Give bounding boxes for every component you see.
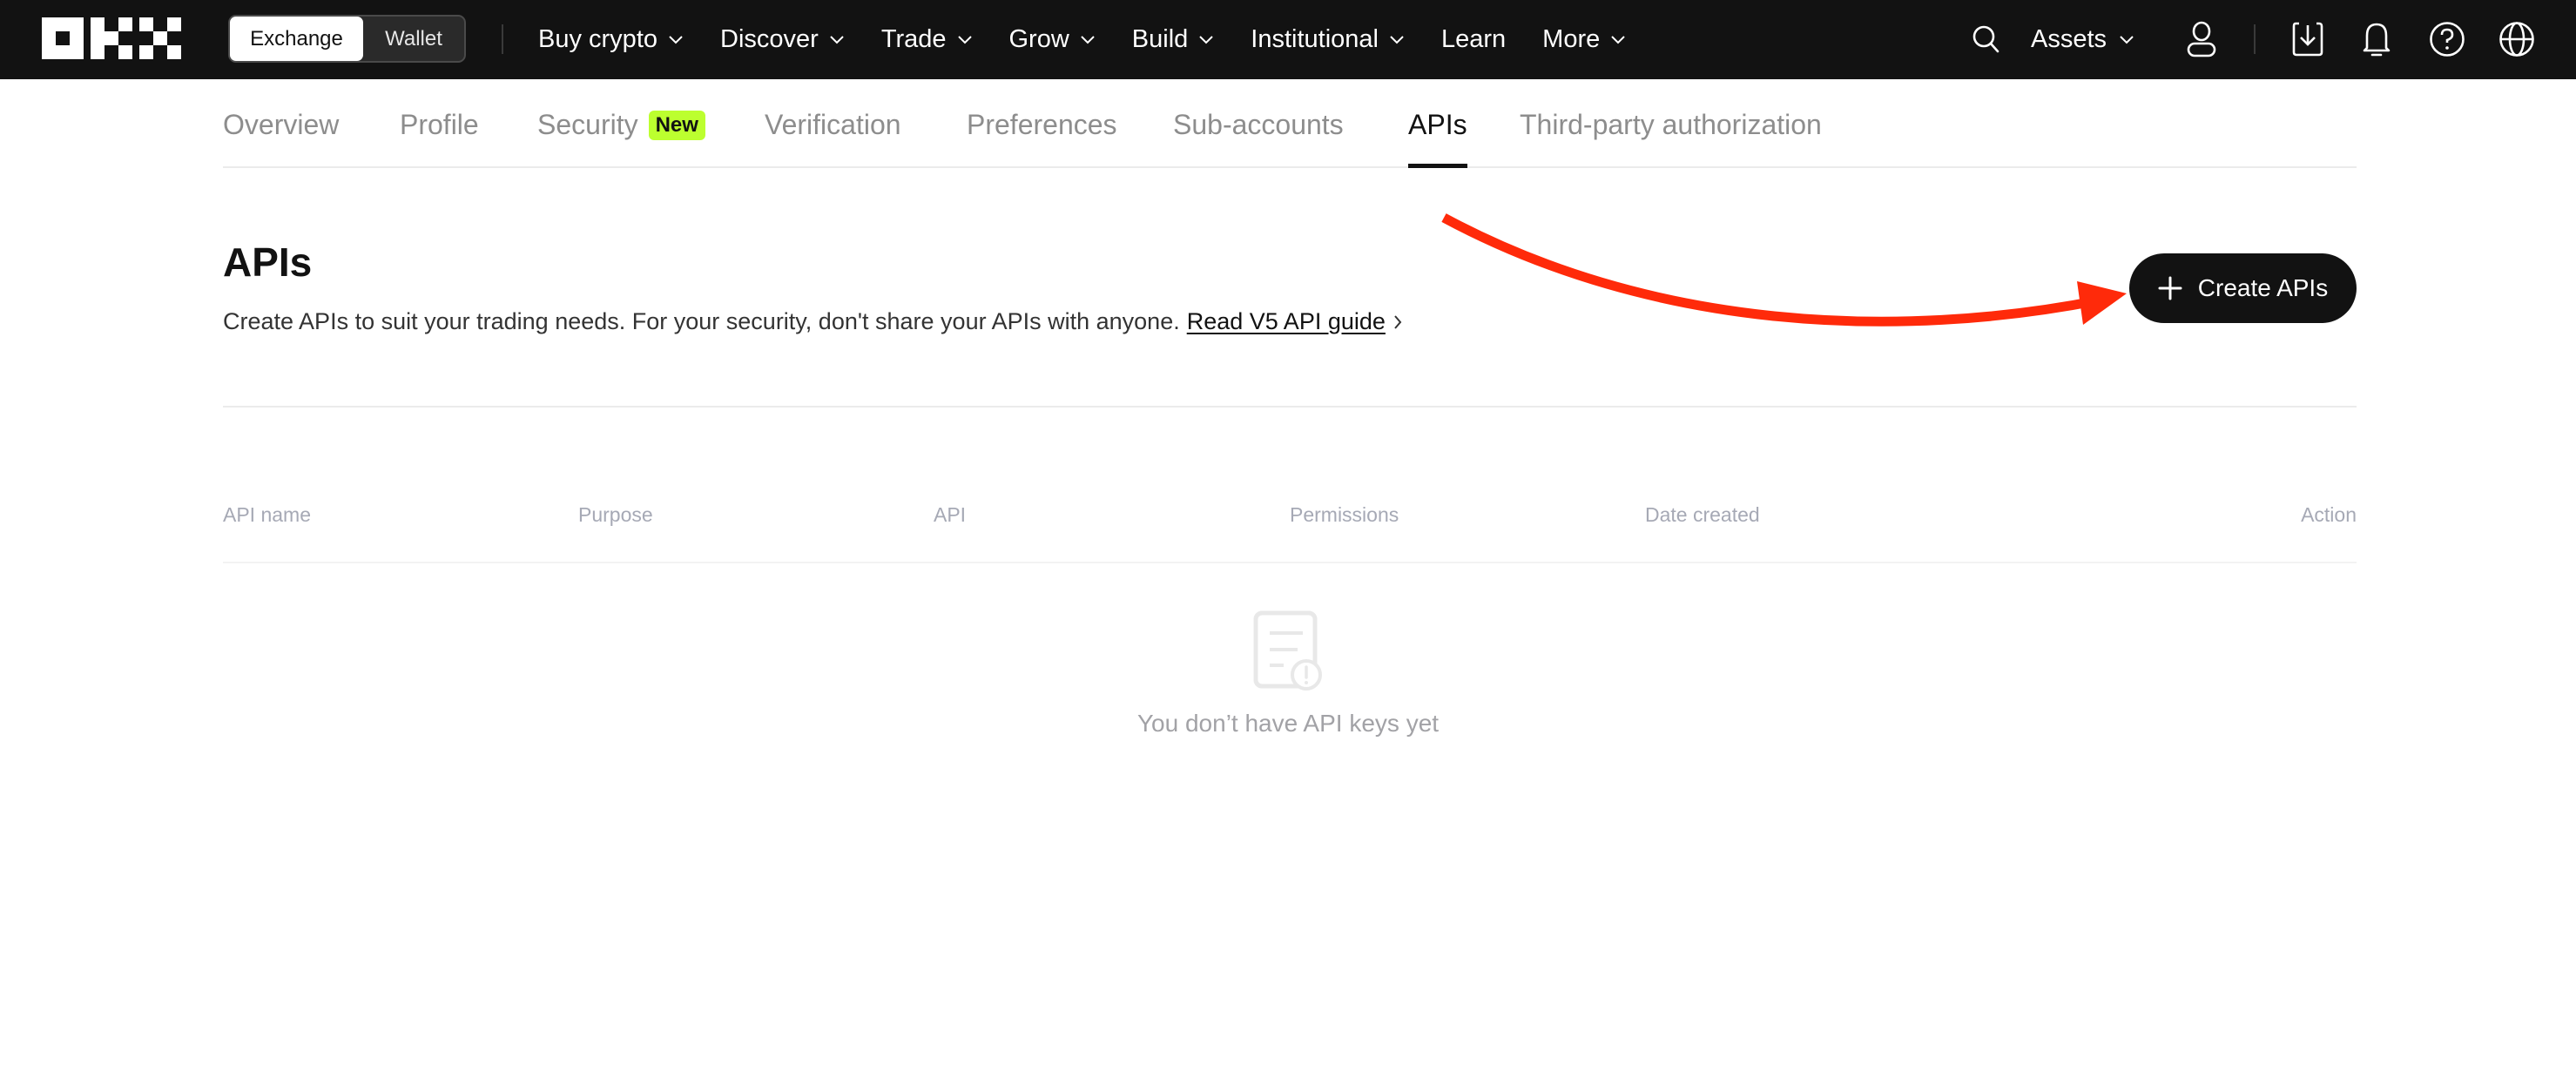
profile-button[interactable] (2182, 19, 2222, 59)
assets-menu[interactable]: Assets (2031, 0, 2134, 79)
menu-institutional[interactable]: Institutional (1251, 25, 1405, 54)
menu-label: More (1542, 25, 1601, 53)
menu-learn[interactable]: Learn (1441, 25, 1506, 54)
page-description: Create APIs to suit your trading needs. … (223, 308, 1403, 335)
new-badge: New (648, 110, 705, 140)
okx-logo[interactable] (42, 17, 181, 59)
column-header-date-created: Date created (1645, 503, 1760, 526)
menu-more[interactable]: More (1542, 25, 1626, 54)
table-header-divider (223, 562, 2357, 563)
chevron-down-icon (1390, 35, 1404, 44)
notifications-button[interactable] (2357, 19, 2397, 59)
tab-overview[interactable]: Overview (223, 84, 339, 166)
column-header-api: API (934, 503, 967, 526)
menu-grow[interactable]: Grow (1009, 25, 1096, 54)
chevron-down-icon (1611, 35, 1625, 44)
tab-label: Sub-accounts (1173, 109, 1344, 140)
tab-label: APIs (1408, 109, 1467, 140)
menu-label: Build (1131, 25, 1189, 53)
column-header-api-name: API name (223, 503, 311, 526)
search-icon (1972, 25, 1999, 53)
exchange-toggle-option[interactable]: Exchange (230, 17, 363, 61)
user-icon (2187, 21, 2216, 57)
chevron-down-icon (1199, 35, 1214, 44)
chevron-down-icon (1081, 35, 1095, 44)
column-header-purpose: Purpose (578, 503, 653, 526)
tab-third-party-authorization[interactable]: Third-party authorization (1520, 84, 1822, 166)
menu-discover[interactable]: Discover (720, 25, 845, 54)
tab-label: Verification (765, 109, 901, 140)
menu-label: Trade (880, 25, 947, 53)
nav-divider (2254, 24, 2256, 54)
chevron-down-icon (830, 35, 844, 44)
menu-label: Learn (1441, 25, 1507, 53)
tab-label: Security (537, 109, 638, 140)
column-header-permissions: Permissions (1290, 503, 1399, 526)
main-menu: Buy crypto Discover Trade Grow Build Ins… (538, 0, 1662, 79)
api-guide-link[interactable]: Read V5 API guide (1187, 308, 1386, 335)
menu-buy-crypto[interactable]: Buy crypto (538, 25, 684, 54)
download-icon (2292, 22, 2323, 57)
empty-state-message: You don’t have API keys yet (1136, 710, 1440, 737)
language-button[interactable] (2497, 19, 2537, 59)
description-text: Create APIs to suit your trading needs. … (223, 308, 1180, 334)
account-tabs: Overview Profile Security New Verificati… (223, 84, 2357, 168)
chevron-right-icon (1394, 314, 1402, 329)
create-apis-button[interactable]: Create APIs (2129, 253, 2357, 323)
menu-label: Institutional (1251, 25, 1379, 53)
tab-label: Profile (400, 109, 479, 140)
tab-label: Third-party authorization (1520, 109, 1822, 140)
tab-preferences[interactable]: Preferences (967, 84, 1117, 166)
globe-icon (2499, 22, 2534, 57)
download-app-button[interactable] (2288, 19, 2328, 59)
menu-label: Buy crypto (538, 25, 657, 53)
create-apis-label: Create APIs (2197, 274, 2329, 301)
search-button[interactable] (1966, 19, 2006, 59)
top-navigation-bar: Exchange Wallet Buy crypto Discover Trad… (0, 0, 2576, 79)
tab-verification[interactable]: Verification (765, 84, 901, 166)
nav-divider (502, 24, 503, 54)
assets-label: Assets (2031, 25, 2107, 53)
chevron-down-icon (957, 35, 972, 44)
menu-label: Discover (720, 25, 819, 53)
api-table-header: API name Purpose API Permissions Date cr… (223, 503, 2357, 538)
chevron-down-icon (669, 35, 683, 44)
empty-document-icon (1253, 610, 1322, 691)
wallet-toggle-option[interactable]: Wallet (363, 17, 464, 61)
plus-icon (2158, 276, 2182, 300)
tab-label: Preferences (967, 109, 1117, 140)
annotation-arrow-head (2077, 281, 2127, 325)
tab-security[interactable]: Security New (537, 84, 705, 166)
bell-icon (2363, 23, 2391, 57)
tab-label: Overview (223, 109, 340, 140)
chevron-down-icon (2120, 35, 2134, 44)
section-divider (223, 406, 2357, 408)
menu-trade[interactable]: Trade (881, 25, 973, 54)
menu-label: Grow (1008, 25, 1069, 53)
page-title: APIs (223, 239, 313, 285)
menu-build[interactable]: Build (1132, 25, 1215, 54)
annotation-arrow-shaft (1441, 213, 2101, 327)
exchange-wallet-toggle: Exchange Wallet (228, 15, 466, 63)
help-button[interactable] (2427, 19, 2467, 59)
help-icon (2430, 22, 2465, 57)
tab-sub-accounts[interactable]: Sub-accounts (1173, 84, 1344, 166)
column-header-action: Action (2301, 503, 2357, 526)
tab-apis[interactable]: APIs (1408, 84, 1467, 168)
tab-profile[interactable]: Profile (400, 84, 479, 166)
